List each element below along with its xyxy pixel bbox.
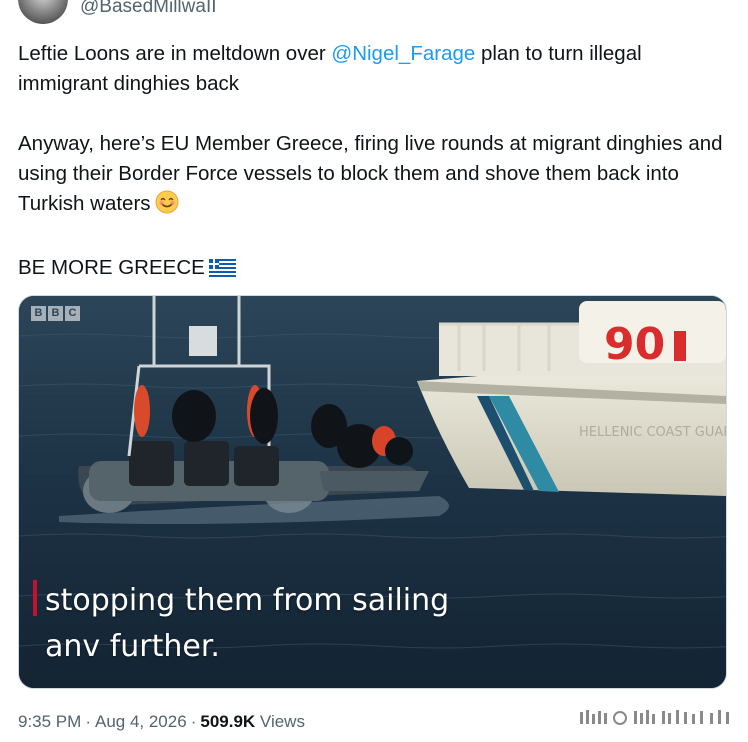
- coast-guard-vessel: 90 HELLENIC COAST GUARD: [417, 301, 726, 496]
- smiling-face-emoji-icon: [155, 190, 179, 223]
- tweet-text-part: BE MORE GREECE: [18, 256, 205, 279]
- subtitle-line-1: stopping them from sailing: [45, 583, 450, 618]
- greece-flag-emoji-icon: [208, 257, 236, 287]
- tweet-text-part: Leftie Loons are in meltdown over: [18, 42, 332, 65]
- logo-letter: C: [65, 306, 80, 321]
- mention-link[interactable]: @Nigel_Farage: [331, 42, 475, 65]
- bbc-logo: B B C: [31, 306, 80, 321]
- logo-letter: B: [48, 306, 63, 321]
- subtitle-bar: [33, 580, 37, 616]
- tweet-text: Leftie Loons are in meltdown over @Nigel…: [18, 39, 733, 287]
- tweet-paragraph-1: Leftie Loons are in meltdown over @Nigel…: [18, 39, 733, 99]
- avatar[interactable]: [18, 0, 68, 24]
- vessel-number: 90: [604, 319, 665, 370]
- tweet-date[interactable]: Aug 4, 2026: [95, 712, 187, 731]
- tweet-time[interactable]: 9:35 PM: [18, 712, 81, 731]
- tweet-paragraph-2: Anyway, here’s EU Member Greece, firing …: [18, 129, 733, 223]
- watermark-icon: [580, 710, 729, 725]
- subtitle-line-2: anv further.: [45, 629, 220, 664]
- video-player[interactable]: 90 HELLENIC COAST GUARD B B C stopping t…: [18, 295, 727, 689]
- tweet-meta: 9:35 PM · Aug 4, 2026 · 509.9K Views: [18, 711, 305, 733]
- tweet-text-part: Anyway, here’s EU Member Greece, firing …: [18, 132, 723, 215]
- user-handle[interactable]: @BasedMillwaII: [80, 0, 217, 18]
- video-subtitle: stopping them from sailing anv further.: [33, 578, 713, 670]
- meta-separator: ·: [190, 712, 197, 731]
- tweet-paragraph-3: BE MORE GREECE: [18, 253, 733, 287]
- views-count: 509.9K: [200, 712, 256, 731]
- views-label: Views: [259, 712, 305, 731]
- meta-separator: ·: [85, 712, 91, 731]
- vessel-lettering: HELLENIC COAST GUARD: [579, 425, 726, 440]
- logo-letter: B: [31, 306, 46, 321]
